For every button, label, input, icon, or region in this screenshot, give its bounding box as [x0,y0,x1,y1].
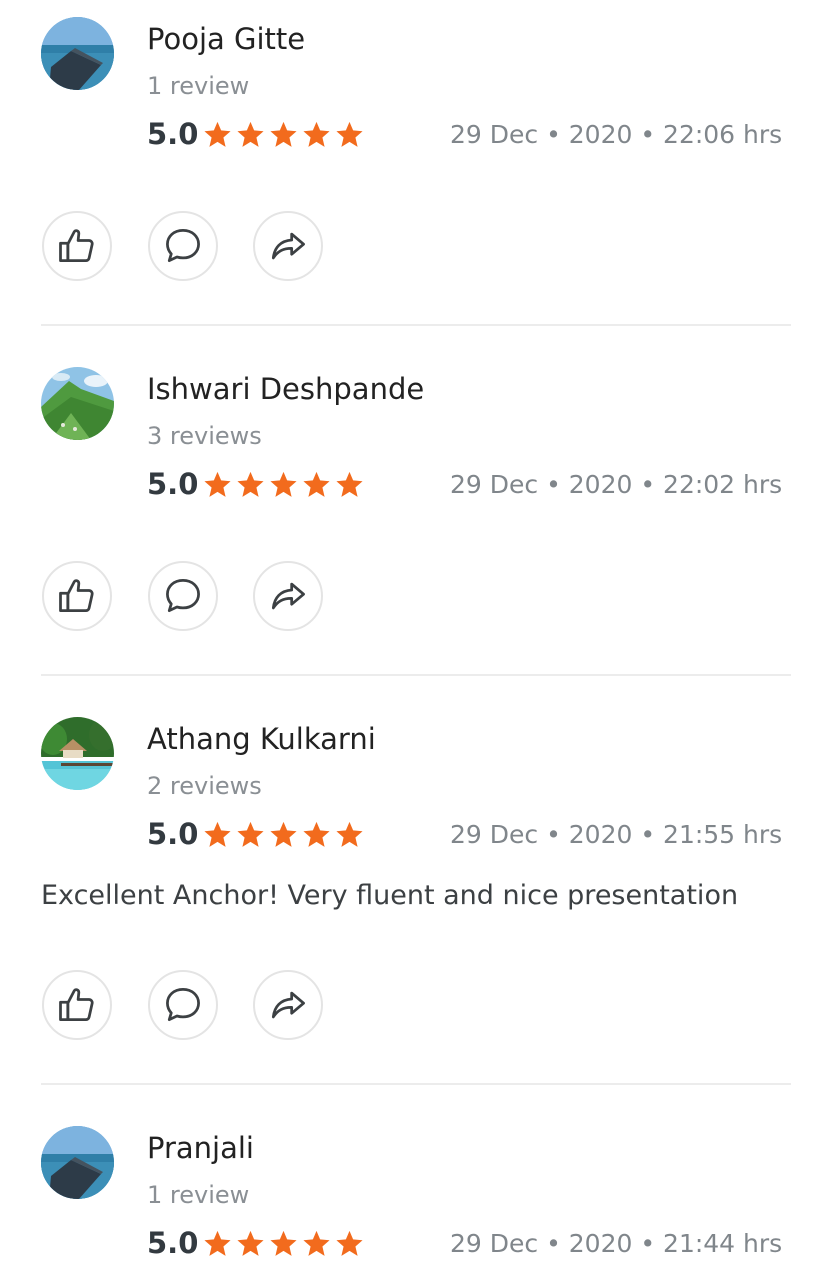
like-button[interactable] [42,211,112,281]
star-icon [204,1230,231,1256]
like-button[interactable] [42,561,112,631]
star-icon [336,121,363,147]
rating-stars [203,1229,364,1258]
like-icon [59,579,94,613]
star-icon [303,121,330,147]
share-button[interactable] [253,970,323,1040]
avatar[interactable] [41,1126,114,1199]
star-icon [303,821,330,847]
review-timestamp: 29 Dec • 2020 • 22:02 hrs [450,470,783,499]
rating-value: 5.0 [147,117,199,151]
share-icon [271,991,305,1019]
star-icon [270,1230,297,1256]
star-icon [237,121,264,147]
divider [41,1083,791,1085]
rating-stars [203,470,364,499]
review-comment: Excellent Anchor! Very fluent and nice p… [41,880,739,911]
star-icon [336,821,363,847]
review-timestamp: 29 Dec • 2020 • 21:55 hrs [450,820,783,849]
star-icon [303,471,330,497]
review-count: 3 reviews [147,422,262,450]
green-hill-photo-icon [41,367,114,440]
rating-stars [203,820,364,849]
avatar[interactable] [41,717,114,790]
avatar[interactable] [41,367,114,440]
ocean-pier-photo-icon [41,1126,114,1199]
star-icon [237,471,264,497]
star-icon [204,821,231,847]
reviewer-name[interactable]: Pranjali [147,1131,254,1165]
review-count: 1 review [147,1181,250,1209]
star-icon [270,121,297,147]
star-icon [270,471,297,497]
like-icon [59,988,94,1022]
star-icon [237,1230,264,1256]
star-icon [336,471,363,497]
divider [41,324,791,326]
star-icon [336,1230,363,1256]
comment-button[interactable] [148,211,218,281]
comment-icon [166,988,200,1022]
comment-button[interactable] [148,970,218,1040]
review-count: 2 reviews [147,772,262,800]
comment-icon [166,579,200,613]
like-button[interactable] [42,970,112,1040]
share-icon [271,232,305,260]
share-icon [271,582,305,610]
review-timestamp: 29 Dec • 2020 • 22:06 hrs [450,120,783,149]
divider [41,674,791,676]
ocean-pier-photo-icon [41,17,114,90]
beach-resort-photo-icon [41,717,114,790]
comment-icon [166,229,200,263]
like-icon [59,229,94,263]
reviewer-name[interactable]: Ishwari Deshpande [147,372,424,406]
rating-stars [203,120,364,149]
share-button[interactable] [253,211,323,281]
star-icon [204,121,231,147]
rating-value: 5.0 [147,817,199,851]
share-button[interactable] [253,561,323,631]
avatar[interactable] [41,17,114,90]
comment-button[interactable] [148,561,218,631]
star-icon [204,471,231,497]
reviewer-name[interactable]: Athang Kulkarni [147,722,376,756]
review-timestamp: 29 Dec • 2020 • 21:44 hrs [450,1229,783,1258]
star-icon [237,821,264,847]
rating-value: 5.0 [147,1226,199,1260]
star-icon [270,821,297,847]
review-count: 1 review [147,72,250,100]
rating-value: 5.0 [147,467,199,501]
reviewer-name[interactable]: Pooja Gitte [147,22,305,56]
star-icon [303,1230,330,1256]
